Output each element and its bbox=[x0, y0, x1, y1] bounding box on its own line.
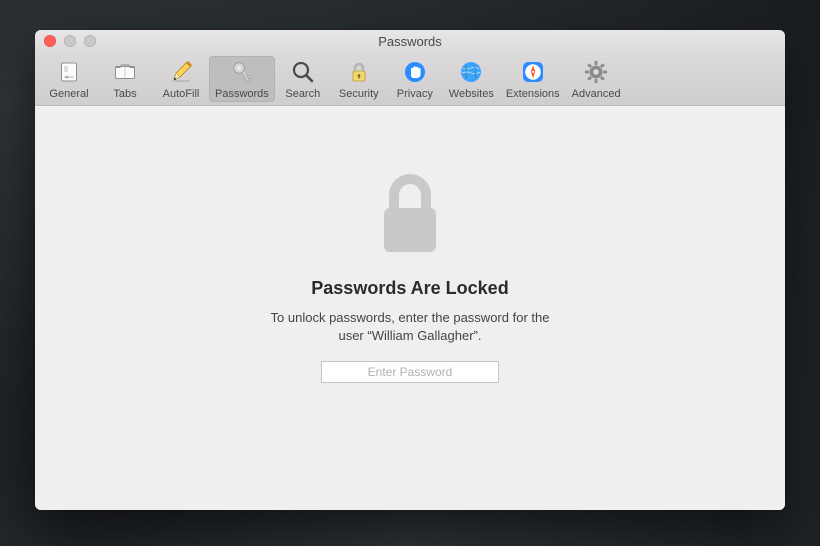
autofill-pencil-icon bbox=[167, 58, 195, 86]
content-pane: Passwords Are Locked To unlock passwords… bbox=[35, 106, 785, 510]
key-icon bbox=[228, 58, 256, 86]
tab-general[interactable]: General bbox=[41, 56, 97, 102]
tab-tabs[interactable]: Tabs bbox=[97, 56, 153, 102]
tab-security[interactable]: Security bbox=[331, 56, 387, 102]
tab-autofill-label: AutoFill bbox=[163, 88, 200, 100]
large-lock-icon bbox=[374, 168, 446, 260]
window-title: Passwords bbox=[378, 34, 442, 49]
tab-passwords[interactable]: Passwords bbox=[209, 56, 275, 102]
tab-search[interactable]: Search bbox=[275, 56, 331, 102]
gear-icon bbox=[582, 58, 610, 86]
zoom-window-button[interactable] bbox=[84, 35, 96, 47]
preferences-toolbar: General Tabs bbox=[35, 52, 785, 106]
tab-general-label: General bbox=[49, 88, 88, 100]
tab-advanced-label: Advanced bbox=[572, 88, 621, 100]
search-icon bbox=[289, 58, 317, 86]
tab-autofill[interactable]: AutoFill bbox=[153, 56, 209, 102]
locked-subtext-line2: user “William Gallagher”. bbox=[338, 328, 481, 343]
preferences-window: Passwords General bbox=[35, 30, 785, 510]
desktop-background: Passwords General bbox=[0, 0, 820, 546]
tab-extensions[interactable]: Extensions bbox=[500, 56, 566, 102]
tabs-icon bbox=[111, 58, 139, 86]
extensions-compass-icon bbox=[519, 58, 547, 86]
lock-icon bbox=[345, 58, 373, 86]
tab-privacy[interactable]: Privacy bbox=[387, 56, 443, 102]
tab-websites[interactable]: Websites bbox=[443, 56, 500, 102]
locked-headline: Passwords Are Locked bbox=[311, 278, 508, 299]
tab-tabs-label: Tabs bbox=[113, 88, 136, 100]
globe-icon bbox=[457, 58, 485, 86]
close-window-button[interactable] bbox=[44, 35, 56, 47]
minimize-window-button[interactable] bbox=[64, 35, 76, 47]
tab-security-label: Security bbox=[339, 88, 379, 100]
locked-subtext-line1: To unlock passwords, enter the password … bbox=[271, 310, 550, 325]
locked-subtext: To unlock passwords, enter the password … bbox=[271, 309, 550, 345]
hand-privacy-icon bbox=[401, 58, 429, 86]
window-titlebar: Passwords bbox=[35, 30, 785, 52]
password-input[interactable] bbox=[321, 361, 499, 383]
general-icon bbox=[55, 58, 83, 86]
window-traffic-lights bbox=[44, 35, 96, 47]
tab-privacy-label: Privacy bbox=[397, 88, 433, 100]
tab-search-label: Search bbox=[285, 88, 320, 100]
tab-extensions-label: Extensions bbox=[506, 88, 560, 100]
tab-passwords-label: Passwords bbox=[215, 88, 269, 100]
tab-advanced[interactable]: Advanced bbox=[566, 56, 627, 102]
tab-websites-label: Websites bbox=[449, 88, 494, 100]
